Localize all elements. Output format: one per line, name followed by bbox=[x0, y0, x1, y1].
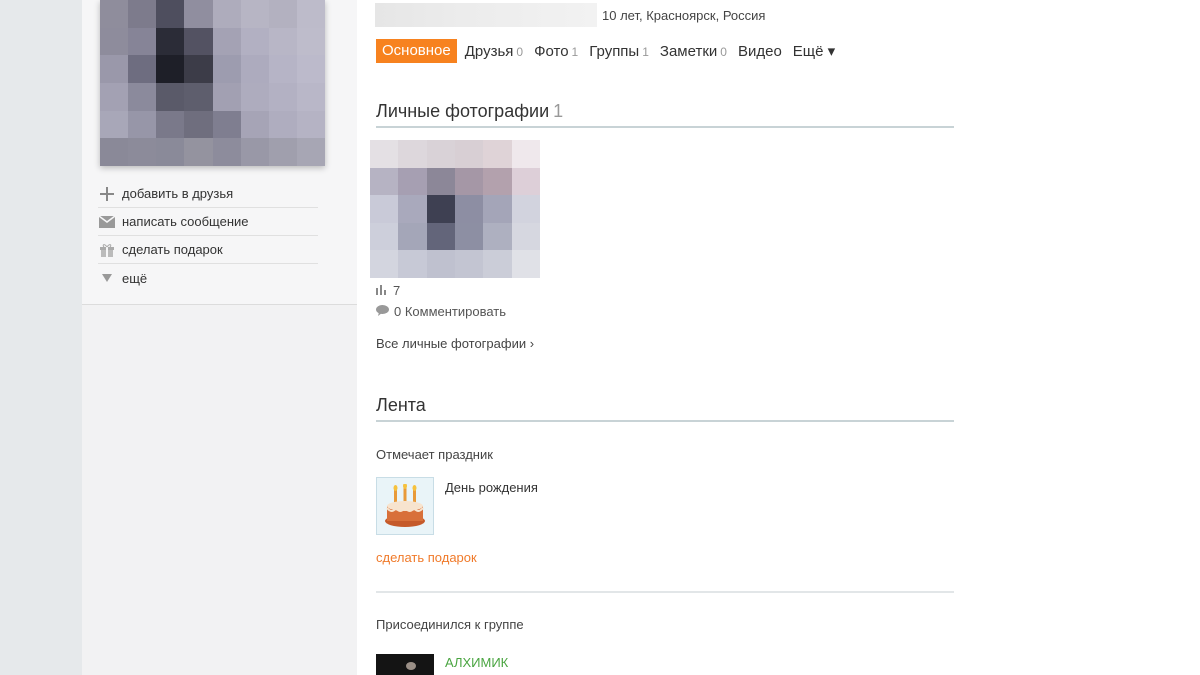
tab-friends-count: 0 bbox=[516, 44, 524, 59]
tab-main[interactable]: Основное bbox=[376, 39, 457, 63]
avatar[interactable] bbox=[100, 0, 325, 166]
send-message-label: написать сообщение bbox=[122, 214, 249, 229]
tab-friends-label: Друзья bbox=[464, 42, 514, 60]
feed-make-gift-link[interactable]: сделать подарок bbox=[376, 550, 477, 565]
more-actions-label: ещё bbox=[122, 270, 148, 286]
tab-friends[interactable]: Друзья 0 bbox=[465, 43, 523, 60]
photos-section-title: Личные фотографии 1 bbox=[376, 101, 954, 128]
tab-notes-label: Заметки bbox=[659, 42, 718, 60]
envelope-icon bbox=[98, 214, 116, 230]
profile-card: добавить в друзья написать сообщение сде… bbox=[82, 0, 357, 305]
more-actions-button[interactable]: ещё bbox=[98, 264, 318, 292]
feed-divider bbox=[376, 591, 954, 593]
photo-likes-count: 7 bbox=[393, 283, 401, 298]
photos-section-label: Личные фотографии bbox=[376, 101, 550, 121]
photo-likes[interactable]: 7 bbox=[376, 283, 400, 298]
tab-more-label: Ещё ▾ bbox=[792, 43, 836, 60]
tab-notes[interactable]: Заметки 0 bbox=[660, 43, 727, 60]
feed-item-celebrates-label: Отмечает праздник bbox=[376, 447, 493, 462]
add-friend-button[interactable]: добавить в друзья bbox=[98, 180, 318, 208]
page-left-gutter bbox=[0, 0, 82, 675]
feed-section-title: Лента bbox=[376, 395, 954, 422]
profile-header: 10 лет, Красноярск, Россия bbox=[375, 3, 765, 27]
make-gift-label: сделать подарок bbox=[122, 242, 223, 257]
tab-groups-count: 1 bbox=[642, 44, 649, 59]
bar-chart-icon bbox=[376, 284, 388, 298]
send-message-button[interactable]: написать сообщение bbox=[98, 208, 318, 236]
profile-actions: добавить в друзья написать сообщение сде… bbox=[98, 180, 318, 292]
birthday-cake-icon[interactable] bbox=[376, 477, 434, 535]
feed-section-label: Лента bbox=[376, 395, 426, 415]
gift-icon bbox=[98, 242, 116, 258]
left-sidebar: добавить в друзья написать сообщение сде… bbox=[82, 0, 357, 675]
tab-photos-count: 1 bbox=[571, 44, 579, 59]
personal-photo-thumbnail[interactable] bbox=[370, 140, 540, 278]
tab-photos[interactable]: Фото 1 bbox=[534, 43, 578, 60]
plus-icon bbox=[98, 186, 116, 202]
group-name-link[interactable]: АЛХИМИК bbox=[445, 655, 508, 670]
add-friend-label: добавить в друзья bbox=[122, 186, 234, 201]
tab-photos-label: Фото bbox=[534, 42, 569, 60]
profile-tabs: Основное Друзья 0 Фото 1 Группы 1 Заметк… bbox=[376, 39, 846, 63]
main-content: 10 лет, Красноярск, Россия Основное Друз… bbox=[370, 0, 955, 675]
all-personal-photos-link[interactable]: Все личные фотографии › bbox=[376, 336, 534, 351]
user-name-blurred bbox=[375, 3, 597, 27]
photo-comments-label: 0 Комментировать bbox=[394, 304, 507, 319]
group-thumbnail[interactable] bbox=[376, 654, 434, 675]
triangle-down-icon bbox=[98, 270, 116, 286]
photos-section-count: 1 bbox=[553, 101, 564, 121]
tab-main-label: Основное bbox=[382, 42, 451, 59]
tab-groups-label: Группы bbox=[589, 42, 640, 60]
tab-more[interactable]: Ещё ▾ bbox=[793, 42, 835, 60]
tab-video-label: Видео bbox=[737, 42, 782, 60]
speech-bubble-icon bbox=[376, 304, 389, 319]
photo-comments[interactable]: 0 Комментировать bbox=[376, 304, 506, 319]
tab-video[interactable]: Видео bbox=[738, 43, 782, 60]
tab-groups[interactable]: Группы 1 bbox=[589, 43, 649, 60]
user-meta: 10 лет, Красноярск, Россия bbox=[602, 7, 766, 23]
birthday-title[interactable]: День рождения bbox=[445, 480, 538, 495]
make-gift-button[interactable]: сделать подарок bbox=[98, 236, 318, 264]
feed-item-joined-label: Присоединился к группе bbox=[376, 617, 524, 632]
tab-notes-count: 0 bbox=[720, 44, 727, 59]
